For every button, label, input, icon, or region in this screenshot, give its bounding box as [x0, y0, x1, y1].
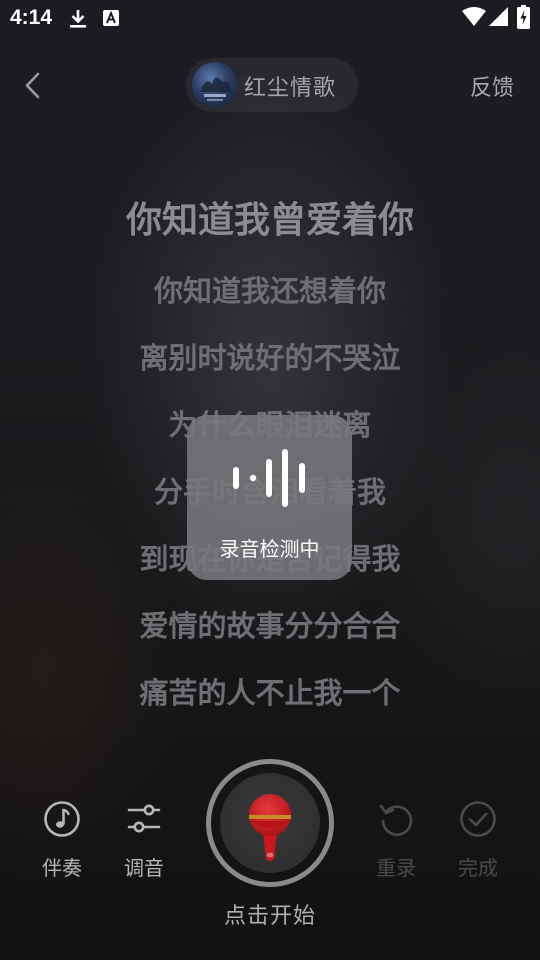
battery-charging-icon	[517, 5, 530, 33]
accompaniment-label: 伴奏	[42, 856, 82, 880]
finish-label: 完成	[458, 856, 498, 880]
download-icon	[68, 8, 88, 34]
toast-text: 录音检测中	[219, 537, 320, 561]
check-circle-icon	[460, 801, 496, 837]
lyric-current-line: 你知道我曾爱着你	[125, 200, 414, 241]
record-label: 点击开始	[223, 904, 316, 929]
font-a-icon	[102, 8, 120, 32]
status-time: 4:14	[10, 6, 53, 29]
signal-icon	[489, 7, 509, 31]
lyric-line: 离别时说好的不哭泣	[139, 341, 401, 375]
record-button[interactable]	[206, 759, 334, 887]
wifi-icon	[462, 7, 486, 31]
equalizer-sliders-icon	[127, 804, 161, 833]
finish-button[interactable]: 完成	[443, 800, 513, 881]
lyric-line: 爱情的故事分分合合	[139, 609, 401, 643]
tuning-label: 调音	[124, 856, 164, 880]
chevron-left-icon	[25, 72, 40, 99]
audio-wave-icon	[233, 449, 305, 507]
status-bar: 4:14	[0, 0, 540, 36]
rerecord-button[interactable]: 重录	[361, 800, 431, 881]
song-cover-image	[192, 62, 238, 108]
lyric-line: 你知道我还想着你	[153, 274, 386, 308]
lyric-line: 痛苦的人不止我一个	[139, 676, 401, 710]
record-button-inner	[220, 773, 320, 873]
music-note-icon	[44, 801, 80, 837]
feedback-button[interactable]: 反馈	[470, 70, 514, 102]
back-button[interactable]	[18, 68, 48, 104]
redo-circle-icon	[379, 804, 413, 836]
song-title: 红尘情歌	[244, 76, 337, 101]
microphone-icon	[249, 794, 291, 861]
accompaniment-button[interactable]: 伴奏	[27, 800, 97, 881]
tuning-button[interactable]: 调音	[109, 800, 179, 881]
song-info-pill[interactable]: 红尘情歌	[186, 58, 358, 112]
rerecord-label: 重录	[376, 856, 416, 880]
recording-detect-toast: 录音检测中	[187, 415, 352, 580]
